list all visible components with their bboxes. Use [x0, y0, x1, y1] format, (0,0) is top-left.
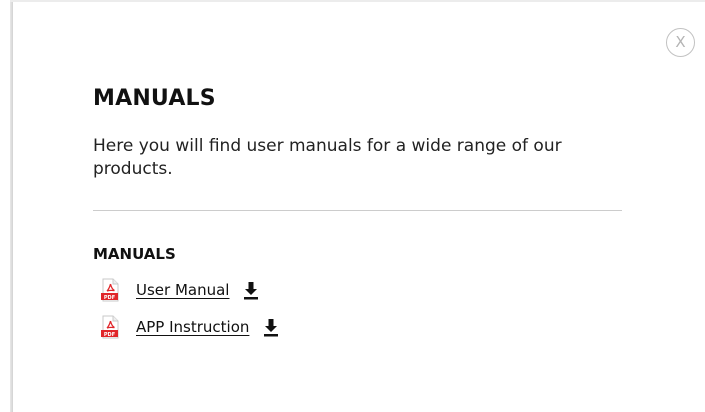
app-instruction-link[interactable]: APP Instruction	[136, 318, 249, 336]
user-manual-link[interactable]: User Manual	[136, 281, 229, 299]
download-icon[interactable]	[262, 317, 280, 337]
modal-top-edge	[10, 0, 705, 2]
manuals-modal: X MANUALS Here you will find user manual…	[0, 0, 705, 412]
pdf-icon-label: PDF	[104, 332, 115, 338]
manual-item-app-instruction: PDF APP Instruction	[98, 315, 280, 339]
modal-left-edge-shadow	[10, 0, 13, 412]
modal-description: Here you will find user manuals for a wi…	[93, 136, 562, 179]
close-button[interactable]: X	[666, 28, 695, 57]
pdf-file-icon: PDF	[101, 315, 119, 339]
manual-download-list: PDF User Manual PDF APP Instruction	[98, 278, 280, 352]
close-icon: X	[675, 33, 686, 51]
manual-item-user-manual: PDF User Manual	[98, 278, 280, 302]
section-heading: MANUALS	[93, 245, 176, 263]
pdf-file-icon: PDF	[101, 278, 119, 302]
pdf-icon-label: PDF	[104, 295, 115, 301]
divider	[93, 210, 622, 211]
modal-title: MANUALS	[93, 86, 216, 111]
download-icon[interactable]	[242, 280, 260, 300]
